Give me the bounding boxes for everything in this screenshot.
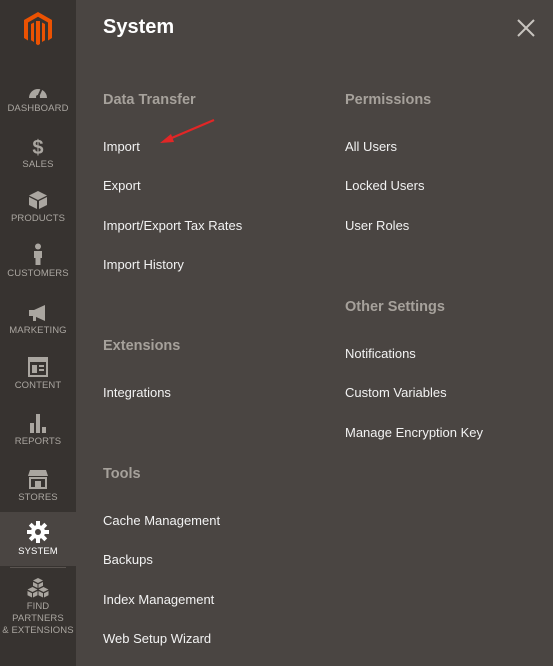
- menu-link-index-management[interactable]: Index Management: [103, 592, 214, 607]
- sidebar-item-marketing[interactable]: MARKETING: [0, 300, 76, 337]
- panel-title: System: [103, 16, 175, 38]
- storefront-icon: [27, 467, 49, 489]
- sidebar-item-find-partners[interactable]: FIND PARTNERS & EXTENSIONS: [0, 576, 76, 637]
- menu-link-user-roles[interactable]: User Roles: [345, 218, 409, 233]
- magento-logo[interactable]: [0, 0, 76, 57]
- sidebar-item-label-line1: FIND PARTNERS: [12, 601, 64, 624]
- sidebar-item-label: CONTENT: [14, 380, 62, 391]
- menu-link-all-users[interactable]: All Users: [345, 139, 397, 154]
- admin-sidebar: DASHBOARD $ SALES PRODUCTS CUSTOMERS MAR…: [0, 0, 76, 666]
- sidebar-item-label: PRODUCTS: [10, 213, 66, 224]
- menu-link-export[interactable]: Export: [103, 178, 141, 193]
- section-title-other-settings: Other Settings: [345, 299, 445, 315]
- annotation-arrow-icon: [160, 118, 215, 143]
- sidebar-item-sales[interactable]: $ SALES: [0, 134, 76, 171]
- megaphone-icon: [28, 300, 48, 322]
- sidebar-item-products[interactable]: PRODUCTS: [0, 188, 76, 225]
- cube-icon: [28, 188, 48, 210]
- person-icon: [31, 243, 45, 265]
- sidebar-item-label-line2: & EXTENSIONS: [2, 625, 74, 636]
- menu-link-locked-users[interactable]: Locked Users: [345, 178, 424, 193]
- section-title-tools: Tools: [103, 466, 141, 482]
- sidebar-item-customers[interactable]: CUSTOMERS: [0, 243, 76, 280]
- gear-icon: [27, 520, 49, 543]
- svg-text:$: $: [32, 137, 43, 156]
- dashboard-icon: [27, 78, 49, 100]
- sidebar-item-dashboard[interactable]: DASHBOARD: [0, 78, 76, 115]
- sidebar-item-label: SALES: [22, 159, 54, 170]
- menu-link-web-setup-wizard[interactable]: Web Setup Wizard: [103, 631, 211, 646]
- menu-link-integrations[interactable]: Integrations: [103, 385, 171, 400]
- sidebar-item-system[interactable]: SYSTEM: [0, 512, 76, 566]
- layout-icon: [28, 355, 48, 377]
- sidebar-item-label: MARKETING: [9, 325, 67, 336]
- menu-link-manage-encryption-key[interactable]: Manage Encryption Key: [345, 425, 483, 440]
- sidebar-item-label: CUSTOMERS: [7, 268, 69, 279]
- magento-logo-icon: [24, 11, 52, 45]
- menu-link-import-history[interactable]: Import History: [103, 257, 184, 272]
- menu-link-custom-variables[interactable]: Custom Variables: [345, 385, 447, 400]
- boxes-icon: [27, 576, 49, 598]
- menu-link-import-export-tax-rates[interactable]: Import/Export Tax Rates: [103, 218, 242, 233]
- section-title-permissions: Permissions: [345, 92, 432, 108]
- close-button[interactable]: [516, 18, 536, 38]
- bar-chart-icon: [29, 411, 47, 433]
- sidebar-item-label: SYSTEM: [18, 545, 58, 557]
- sidebar-item-reports[interactable]: REPORTS: [0, 411, 76, 448]
- sidebar-item-label: DASHBOARD: [7, 103, 69, 114]
- menu-link-import[interactable]: Import: [103, 139, 140, 154]
- sidebar-item-label: REPORTS: [14, 436, 62, 447]
- sidebar-item-content[interactable]: CONTENT: [0, 355, 76, 392]
- menu-link-cache-management[interactable]: Cache Management: [103, 513, 220, 528]
- sidebar-item-label: STORES: [18, 492, 58, 503]
- sidebar-item-stores[interactable]: STORES: [0, 467, 76, 504]
- dollar-icon: $: [30, 134, 46, 156]
- menu-link-backups[interactable]: Backups: [103, 552, 153, 567]
- menu-link-notifications[interactable]: Notifications: [345, 346, 416, 361]
- section-title-data-transfer: Data Transfer: [103, 92, 196, 108]
- close-icon: [517, 19, 535, 37]
- sidebar-divider: [10, 567, 66, 568]
- section-title-extensions: Extensions: [103, 338, 181, 354]
